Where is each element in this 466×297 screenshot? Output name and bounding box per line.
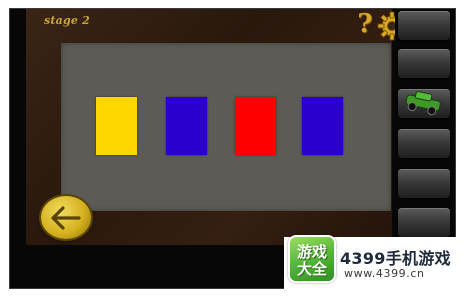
watermark-logo: 游戏 大全 [288, 235, 336, 283]
game-board: stage 2 ? [26, 9, 407, 245]
color-tile-blue-1[interactable] [166, 97, 207, 155]
question-mark-icon[interactable]: ? [354, 10, 376, 38]
back-arrow-icon [51, 206, 81, 230]
watermark-title: 4399手机游戏 [340, 249, 451, 268]
inventory-slot[interactable] [398, 208, 450, 237]
watermark-logo-line2: 大全 [296, 260, 327, 278]
inventory-slot[interactable] [398, 169, 450, 198]
watermark: 游戏 大全 4399手机游戏 www.4399.cn [284, 235, 456, 289]
color-tile-red[interactable] [235, 97, 276, 155]
color-tile-yellow[interactable] [96, 97, 137, 155]
watermark-url: www.4399.cn [344, 267, 425, 280]
stage-label: stage 2 [44, 14, 90, 27]
puzzle-panel [61, 43, 391, 211]
back-button[interactable] [41, 196, 91, 239]
green-car-icon [405, 91, 441, 116]
watermark-logo-line1: 游戏 [296, 243, 327, 261]
inventory-slot[interactable] [398, 129, 450, 158]
inventory-slot[interactable] [398, 49, 450, 78]
inventory-slot-car[interactable] [398, 89, 450, 118]
color-tile-blue-2[interactable] [302, 97, 343, 155]
inventory-slot[interactable] [398, 11, 450, 40]
